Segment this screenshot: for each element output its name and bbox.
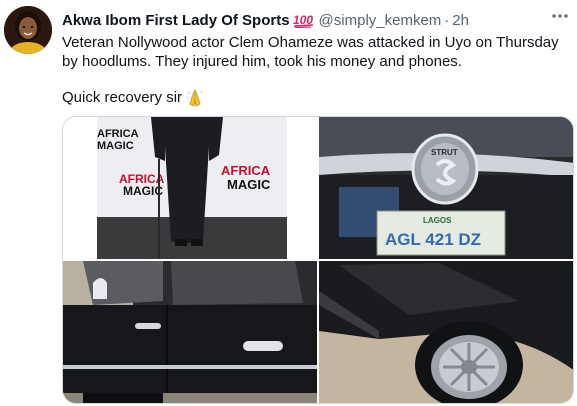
photo2-plate-state: LAGOS [423,216,452,225]
tweet-header: Akwa Ibom First Lady Of Sports 100 @simp… [62,10,567,30]
photo1-logo-right: AFRICA [221,163,271,178]
hundred-points-icon: 100 [293,12,315,28]
media-photo-3[interactable] [63,261,317,403]
more-dots-icon [552,14,568,18]
media-grid: AFRICA MAGIC AFRICA MAGIC AFRICA MAGIC S… [62,116,574,404]
tweet-text-line2: Quick recovery sir [62,89,183,106]
tweet-text-line1: Veteran Nollywood actor Clem Ohameze was… [62,34,559,70]
folded-hands-icon [187,88,203,107]
avatar-image [4,6,52,54]
author-handle[interactable]: @simply_kemkem [319,12,442,29]
photo1-logo-right2: MAGIC [227,177,271,192]
photo1-logo-small2: MAGIC [97,140,134,152]
photo2-emblem-text: STRUT [431,148,458,157]
photo1-logo-small: AFRICA [97,128,139,140]
avatar[interactable] [4,6,52,54]
author-name[interactable]: Akwa Ibom First Lady Of Sports [62,12,290,29]
timestamp[interactable]: 2h [452,12,469,29]
media-photo-4[interactable] [319,261,573,403]
photo2-plate-number: AGL 421 DZ [385,230,481,249]
tweet-text: Veteran Nollywood actor Clem Ohameze was… [62,33,567,107]
separator-dot: · [444,11,450,29]
media-photo-2[interactable]: STRUT LAGOS AGL 421 DZ [319,117,573,259]
more-options-button[interactable] [549,9,571,23]
photo1-logo-left2: MAGIC [123,184,163,198]
media-photo-1[interactable]: AFRICA MAGIC AFRICA MAGIC AFRICA MAGIC [63,117,317,259]
